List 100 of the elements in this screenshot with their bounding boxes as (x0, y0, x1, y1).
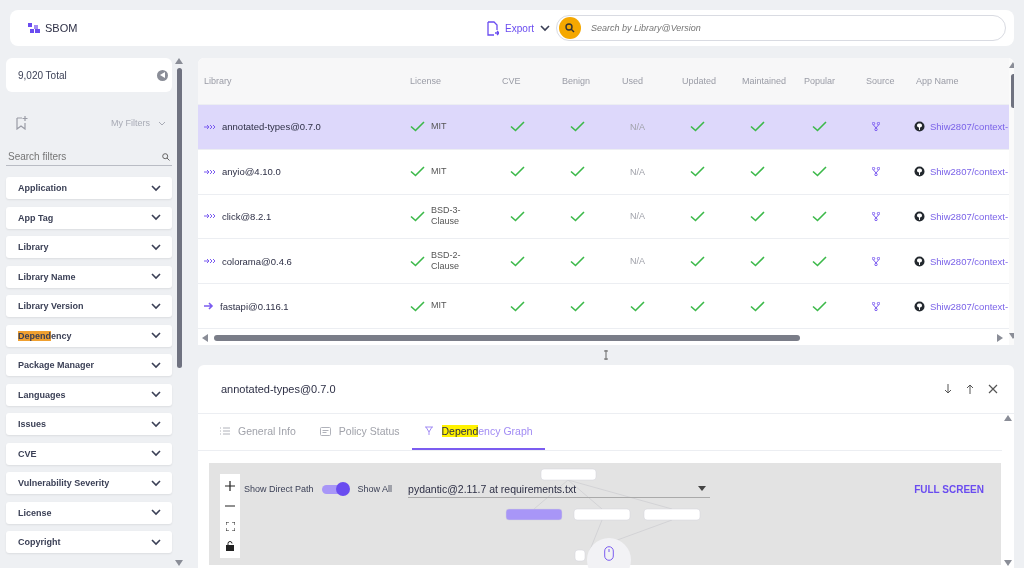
check-icon (570, 121, 585, 133)
check-icon (510, 300, 525, 312)
export-button[interactable]: Export (487, 20, 550, 36)
bookmark-add-icon[interactable] (16, 116, 28, 130)
graph-node[interactable] (540, 468, 597, 481)
chevron-down-icon (151, 273, 161, 280)
app-title: SBOM (45, 22, 78, 34)
check-icon (690, 300, 705, 312)
full-screen-button[interactable]: FULL SCREEN (914, 483, 984, 495)
show-all-label: Show All (357, 484, 393, 494)
fork-icon[interactable] (872, 301, 880, 311)
filter-accordion[interactable]: Issues (6, 413, 172, 435)
check-icon (690, 255, 705, 267)
close-button[interactable] (986, 382, 1000, 396)
graph-node[interactable] (643, 508, 701, 521)
filter-accordion[interactable]: App Tag (6, 206, 172, 229)
library-name: annotated-types@0.7.0 (222, 121, 321, 133)
next-button[interactable] (942, 382, 954, 396)
search-input[interactable]: Search by Library@Version (589, 22, 1005, 34)
table-row[interactable]: annotated-types@0.7.0 MIT N/A Shiw2807/context- (198, 104, 1009, 150)
view-toggle[interactable] (321, 482, 350, 496)
chevron-down-icon (151, 420, 161, 428)
table-row[interactable]: fastapi@0.116.1 MIT Shiw2807/context- (198, 284, 1009, 330)
license-text: MIT (431, 300, 448, 312)
graph-node[interactable] (505, 508, 563, 521)
app-link[interactable]: Shiw2807/context- (930, 210, 1009, 222)
fork-icon[interactable] (872, 167, 880, 177)
mouse-icon (604, 546, 614, 561)
chevron-down-icon (151, 450, 161, 457)
plus-icon (225, 481, 235, 491)
repo-icon (914, 166, 925, 178)
scrollbar[interactable] (1004, 415, 1012, 568)
corners-icon (225, 521, 235, 531)
chevron-down-icon (151, 302, 161, 310)
search-icon (565, 23, 575, 33)
library-name: fastapi@0.116.1 (220, 300, 289, 312)
column-header: Popular (803, 75, 837, 86)
chevron-down-icon (151, 479, 161, 487)
column-header: Used (621, 75, 644, 86)
scroll-arrow-icon[interactable] (202, 334, 210, 342)
filter-accordion[interactable]: Library Version (6, 295, 172, 317)
list-icon (220, 427, 230, 435)
close-icon (988, 384, 998, 394)
check-icon (510, 121, 525, 133)
filter-accordion[interactable]: CVE (6, 442, 172, 465)
filter-accordion[interactable]: Languages (6, 383, 172, 406)
filter-accordion[interactable]: Library Name (6, 265, 172, 288)
check-icon (812, 300, 827, 312)
license-text: BSD-3-Clause (431, 204, 462, 229)
license-text: MIT (431, 120, 448, 133)
scroll-arrow-icon[interactable] (1004, 560, 1012, 568)
repo-icon (914, 300, 925, 312)
app-link[interactable]: Shiw2807/context- (930, 166, 1009, 178)
fork-icon[interactable] (872, 122, 880, 132)
caret-down-icon (698, 486, 707, 491)
app-link[interactable]: Shiw2807/context- (930, 255, 1009, 267)
table-row[interactable]: click@8.2.1 BSD-3-Clause N/A Shiw2807/context- (198, 194, 1009, 240)
graph-node[interactable] (573, 508, 631, 521)
search-icon (162, 152, 170, 161)
check-icon (570, 166, 585, 178)
filter-accordion[interactable]: License (6, 501, 172, 524)
check-icon (812, 255, 827, 267)
graph-node[interactable] (574, 549, 586, 562)
filter-accordion[interactable]: Package Manager (6, 354, 172, 376)
table-row[interactable]: colorama@0.4.6 BSD-2-Clause N/A Shiw2807/context- (198, 239, 1009, 285)
collapse-button[interactable] (157, 69, 168, 81)
check-icon (690, 121, 705, 133)
column-header: Library (203, 75, 233, 86)
resize-handle-icon[interactable] (603, 350, 609, 360)
filter-accordion[interactable]: Application (6, 177, 172, 199)
filter-accordion[interactable]: Vulnerability Severity (6, 472, 172, 494)
column-header: App Name (915, 75, 960, 86)
library-name: anyio@4.10.0 (222, 166, 281, 178)
status-text: N/A (630, 256, 645, 267)
chevron-down-icon (540, 24, 550, 32)
search-button[interactable] (559, 17, 581, 39)
filter-accordion[interactable]: Library (6, 236, 172, 258)
fork-icon[interactable] (872, 256, 880, 266)
check-icon (510, 255, 525, 267)
filter-accordion[interactable]: Copyright (6, 531, 172, 553)
minus-icon (225, 505, 235, 507)
chevrons-arrow-icon (204, 123, 216, 130)
card-icon (319, 426, 331, 436)
fork-icon[interactable] (872, 211, 880, 221)
status-text: N/A (630, 121, 645, 132)
table-row[interactable]: anyio@4.10.0 MIT N/A Shiw2807/context- (198, 149, 1009, 195)
chevrons-arrow-icon (204, 168, 216, 175)
root-select[interactable]: pydantic@2.11.7 at requirements.txt (408, 480, 711, 498)
app-link[interactable]: Shiw2807/context- (930, 300, 1009, 312)
arrow-up-icon (966, 384, 974, 394)
scroll-arrow-icon[interactable] (175, 560, 183, 568)
status-text: N/A (630, 166, 645, 177)
zoom-in-button[interactable] (222, 478, 238, 494)
filter-search-field[interactable]: Search filters (8, 151, 162, 162)
scrollbar[interactable] (174, 58, 184, 568)
scroll-arrow-icon[interactable] (1004, 415, 1012, 423)
previous-button[interactable] (964, 382, 976, 396)
chevron-down-icon (151, 509, 161, 516)
scroll-arrow-icon[interactable] (175, 58, 183, 66)
repo-icon (914, 121, 925, 133)
